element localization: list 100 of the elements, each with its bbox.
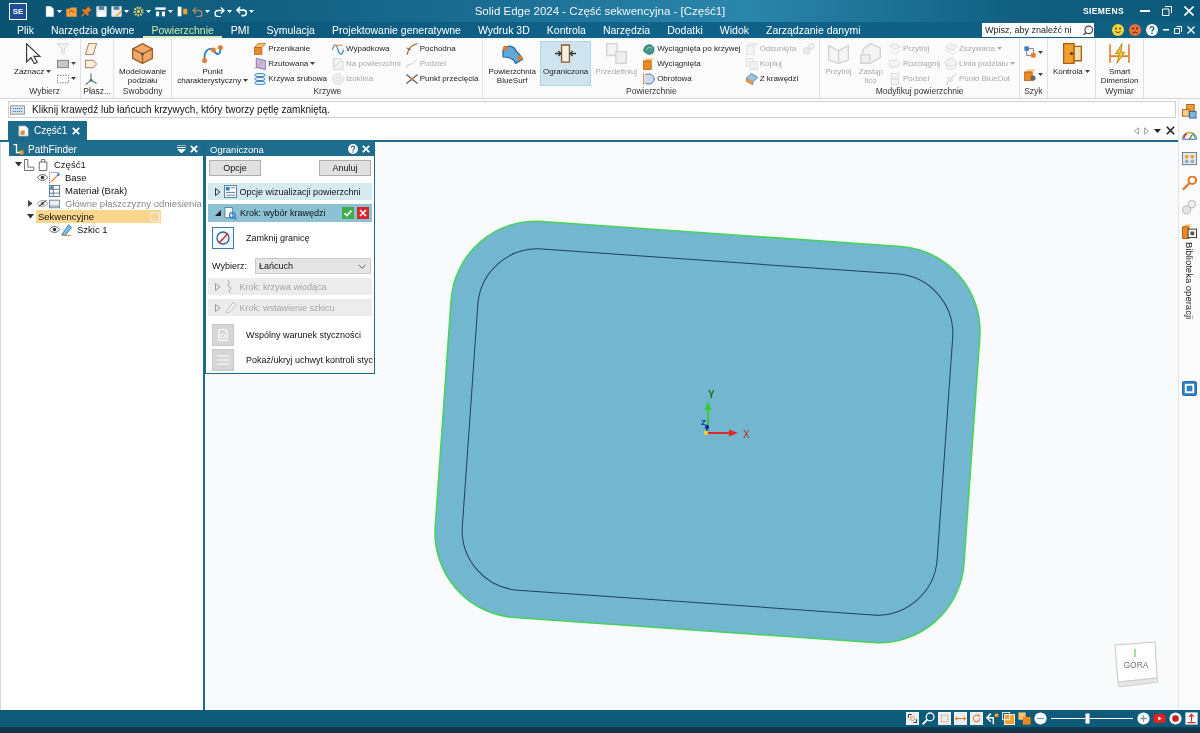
caret-icon[interactable] (227, 9, 232, 13)
tree-item-label[interactable]: Materiał (Brak) (63, 184, 130, 197)
overlapping-squares-icon[interactable] (1018, 712, 1031, 725)
pan-icon[interactable] (954, 712, 967, 725)
video-icon[interactable] (1153, 712, 1166, 725)
help-icon[interactable] (348, 144, 358, 154)
save-icon[interactable] (96, 5, 107, 17)
expanded-triangle-icon[interactable] (215, 210, 221, 216)
grid-icon[interactable] (1182, 152, 1197, 167)
zoom-icon[interactable] (922, 712, 935, 725)
tree-item-label[interactable]: Szkic 1 (75, 223, 110, 236)
ribbon-icon-button[interactable] (83, 41, 100, 56)
menu-tab[interactable]: Dodatki (659, 22, 711, 38)
frown-icon[interactable] (1129, 24, 1141, 36)
ribbon-button[interactable]: Ograniczona (539, 41, 592, 86)
caret-icon[interactable] (168, 9, 173, 13)
ribbon-button[interactable]: Powierzchnia BlueSurf (485, 41, 539, 86)
ribbon-button[interactable]: Rzutowana (252, 56, 329, 71)
close-icon[interactable] (1166, 126, 1175, 135)
collapsed-triangle-icon[interactable] (27, 200, 33, 207)
select-field[interactable]: Łańcuch (255, 258, 371, 274)
caret-icon[interactable] (146, 9, 151, 13)
tree-item-label[interactable]: Główne płaszczyzny odniesienia (63, 197, 204, 210)
box-icon[interactable] (1182, 224, 1197, 239)
menu-tab[interactable]: Zarządzanie danymi (758, 22, 869, 38)
menu-tab[interactable]: Widok (711, 22, 757, 38)
panel-button[interactable]: Anuluj (319, 160, 371, 176)
menu-tab[interactable]: Projektowanie generatywne (323, 22, 469, 38)
step-header[interactable]: Opcje wizualizacji powierzchni (208, 183, 372, 200)
restore-icon[interactable] (1174, 26, 1182, 34)
ribbon-button[interactable]: Obrotowa (641, 71, 743, 86)
key-icon[interactable] (1182, 176, 1197, 191)
menu-tab[interactable]: Narzędzia główne (42, 22, 143, 38)
zoom-in-icon[interactable] (1137, 712, 1150, 725)
toggle-button[interactable] (212, 349, 234, 371)
menu-tab[interactable]: Plik (9, 22, 42, 38)
toggle-button[interactable] (212, 324, 234, 346)
dock-tab-label[interactable]: Biblioteka operacji (1184, 242, 1195, 320)
expanded-triangle-icon[interactable] (26, 214, 34, 219)
window-icon[interactable] (1182, 381, 1197, 397)
ribbon-button[interactable]: Pochodna (403, 41, 481, 56)
cancel-icon[interactable] (357, 207, 369, 219)
panel-button[interactable]: Opcje (209, 160, 261, 176)
tree-item-label[interactable]: Część1 (52, 158, 88, 171)
ribbon-button[interactable]: Zaznacz (11, 41, 55, 86)
menu-tab[interactable]: Wydruk 3D (469, 22, 538, 38)
collapsed-triangle-icon[interactable] (215, 187, 221, 196)
fit-view-icon[interactable] (906, 712, 919, 725)
slider-thumb[interactable] (1085, 713, 1091, 724)
ribbon-button[interactable]: Przenikanie (252, 41, 329, 56)
arrow-icon[interactable] (986, 712, 999, 725)
help-icon[interactable] (1146, 24, 1158, 36)
caret-icon[interactable] (124, 9, 129, 13)
gear-icon[interactable] (133, 5, 144, 17)
pin-down-icon[interactable] (177, 145, 186, 153)
panels-icon[interactable] (177, 5, 188, 17)
save-as-icon[interactable] (111, 5, 122, 17)
zoom-out-icon[interactable] (1034, 712, 1047, 725)
ribbon-button[interactable]: Krzywa śrubowa (252, 71, 329, 86)
menu-tab[interactable]: Symulacja (258, 22, 323, 38)
crossed-eye-icon[interactable] (37, 200, 48, 207)
check-icon[interactable] (342, 207, 354, 219)
ribbon-button[interactable]: Smart Dimension (1097, 41, 1142, 86)
redo-icon[interactable] (214, 5, 225, 17)
eye-icon[interactable] (49, 226, 60, 233)
expanded-triangle-icon[interactable] (14, 162, 22, 167)
eye-icon[interactable] (37, 174, 48, 181)
caret-icon[interactable] (57, 9, 62, 13)
ribbon-button[interactable]: Kontrola (1049, 41, 1093, 86)
layout-icon[interactable] (155, 5, 166, 17)
restore-icon[interactable] (1162, 6, 1172, 16)
menu-tab[interactable]: Narzędzia (594, 22, 659, 38)
app-logo[interactable]: SE (9, 2, 27, 20)
ribbon-button[interactable]: Wyciągnięta po krzywej (641, 41, 743, 56)
ribbon-button[interactable]: Punkt przecięcia (403, 71, 481, 86)
ribbon-icon-button[interactable] (83, 71, 100, 86)
caret-icon[interactable] (249, 9, 254, 13)
toggle-button[interactable] (212, 227, 234, 249)
folder-icon[interactable] (66, 5, 77, 17)
document-icon[interactable] (44, 5, 55, 17)
upload-icon[interactable] (1185, 712, 1198, 725)
ribbon-button[interactable]: Z krawędzi (743, 71, 801, 86)
step-header[interactable]: Krok: wybór krawędzi (208, 204, 372, 222)
caret-icon[interactable] (205, 9, 210, 13)
tree-item-label[interactable]: Base (63, 171, 89, 184)
ribbon-button[interactable]: Punkt charakterystyczny (174, 41, 252, 86)
ribbon-icon-button[interactable] (1021, 44, 1045, 60)
ribbon-icon-button[interactable] (1021, 67, 1045, 83)
square-icon[interactable] (1002, 712, 1015, 725)
menu-tab[interactable]: Kontrola (538, 22, 594, 38)
tree-item-label[interactable]: Sekwencyjne (36, 210, 148, 223)
ribbon-button[interactable]: Modelowanie podziału (116, 41, 170, 86)
search-field[interactable]: Wpisz, aby znaleźć ni (982, 23, 1094, 37)
menu-tab[interactable]: PMI (222, 22, 258, 38)
smile-icon[interactable] (1112, 24, 1124, 36)
caret-icon[interactable] (1154, 128, 1161, 133)
document-tab[interactable]: Część1 (8, 121, 88, 140)
ribbon-button[interactable]: Wypadkowa (329, 41, 403, 56)
curved-arrow-icon[interactable] (236, 5, 247, 17)
blocks-icon[interactable] (1182, 104, 1197, 119)
